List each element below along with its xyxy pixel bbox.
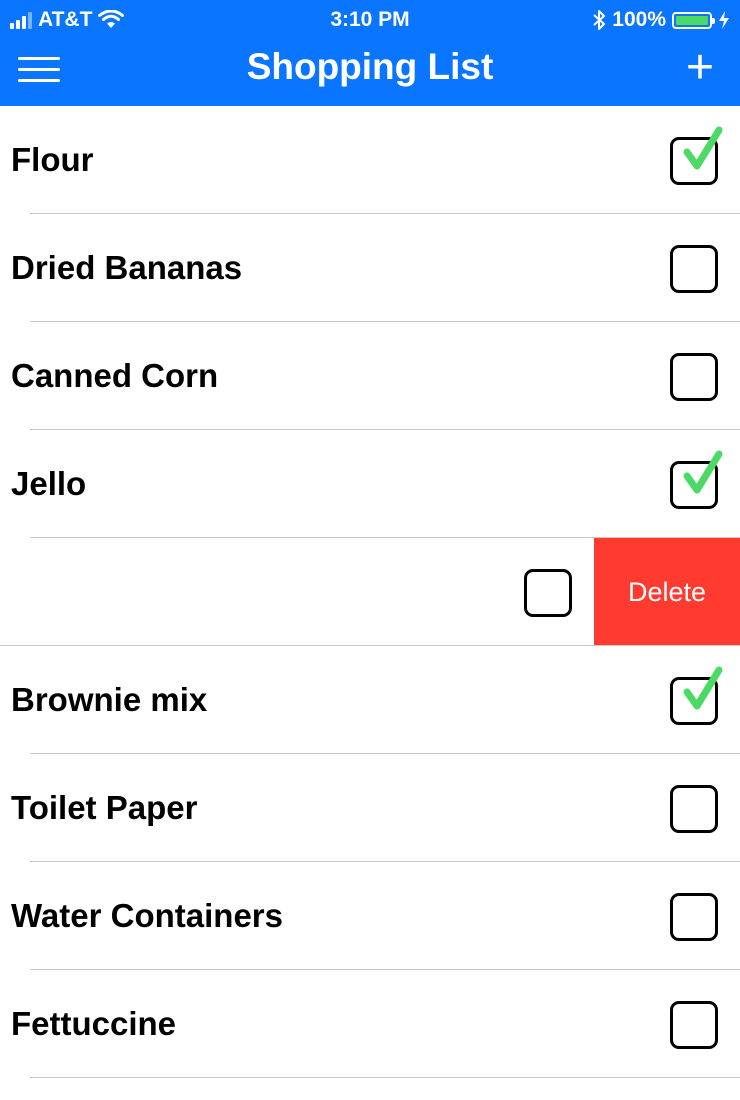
list-item[interactable]: Brownie mix	[0, 646, 740, 754]
battery-percent: 100%	[612, 8, 666, 31]
list-item[interactable]: Toilet Paper	[0, 754, 740, 862]
list-item[interactable]: Flour	[0, 106, 740, 214]
checked-checkbox[interactable]	[670, 450, 723, 509]
list-item-content: Toilet Paper	[0, 754, 740, 862]
charging-bolt-icon	[719, 11, 729, 29]
list-item-content: Canned Corn	[0, 322, 740, 430]
list-item-content: Brownie mix	[0, 646, 740, 754]
status-bar: AT&T 3:10 PM 100%	[0, 0, 740, 40]
list-item[interactable]: Fettuccine	[0, 970, 740, 1078]
list-item-content: Cheese	[0, 538, 594, 646]
list-item[interactable]: Dried Bananas	[0, 214, 740, 322]
item-label: Flour	[11, 141, 94, 178]
checkmark-icon	[683, 666, 723, 710]
list-item[interactable]: CheeseDelete	[0, 538, 740, 646]
delete-button[interactable]: Delete	[594, 538, 740, 646]
item-label: Toilet Paper	[11, 789, 198, 826]
item-label: Fettuccine	[11, 1005, 177, 1042]
unchecked-checkbox[interactable]	[670, 893, 718, 941]
page-title: Shopping List	[246, 46, 494, 87]
nav-bar: Shopping List +	[0, 40, 740, 106]
item-label: Jello	[11, 465, 87, 502]
plus-icon[interactable]: +	[676, 44, 724, 92]
list-item-content: Fettuccine	[0, 970, 740, 1078]
bluetooth-icon	[593, 10, 606, 30]
battery-icon	[672, 11, 715, 29]
checkmark-icon	[683, 450, 723, 494]
row-divider	[30, 1077, 740, 1078]
list-item-content: Dried Bananas	[0, 214, 740, 322]
checkmark-icon	[683, 126, 723, 170]
checked-checkbox[interactable]	[670, 126, 723, 185]
list-item[interactable]: Canned Corn	[0, 322, 740, 430]
shopping-list: Flour Dried Bananas Canned Corn Jello Cheese…	[0, 106, 740, 1078]
unchecked-checkbox[interactable]	[670, 353, 718, 401]
item-label: Brownie mix	[11, 681, 208, 718]
list-item[interactable]: Water Containers	[0, 862, 740, 970]
unchecked-checkbox[interactable]	[670, 1001, 718, 1049]
item-label: Canned Corn	[11, 357, 219, 394]
list-item-content: Flour	[0, 106, 740, 214]
checked-checkbox[interactable]	[670, 666, 723, 725]
unchecked-checkbox[interactable]	[670, 785, 718, 833]
item-label: Water Containers	[11, 897, 283, 934]
unchecked-checkbox[interactable]	[524, 569, 572, 617]
list-item-content: Jello	[0, 430, 740, 538]
top-bar: AT&T 3:10 PM 100% Shopping List +	[0, 0, 740, 106]
unchecked-checkbox[interactable]	[670, 245, 718, 293]
list-item-content: Water Containers	[0, 862, 740, 970]
item-label: Dried Bananas	[11, 249, 243, 286]
list-item[interactable]: Jello	[0, 430, 740, 538]
